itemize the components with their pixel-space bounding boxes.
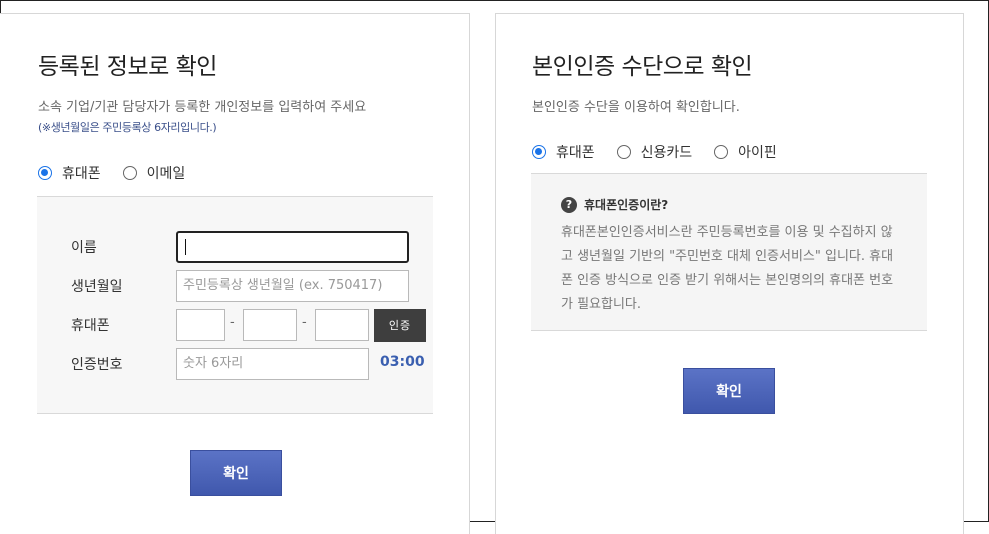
phone-auth-info: ? 휴대폰인증이란? 휴대폰본인인증서비스란 주민등록번호를 이용 및 수집하지… (531, 173, 927, 331)
code-input[interactable]: 숫자 6자리 (176, 348, 369, 380)
phone-dash-2: - (302, 315, 307, 330)
phone-input-2[interactable] (243, 309, 297, 341)
certify-button[interactable]: 인증 (374, 309, 426, 342)
code-label: 인증번호 (71, 357, 123, 373)
panel-title: 본인인증 수단으로 확인 (532, 54, 753, 80)
self-auth-panel: 본인인증 수단으로 확인 본인인증 수단을 이용하여 확인합니다. 휴대폰 신용… (495, 13, 964, 534)
phone-dash-1: - (230, 315, 235, 330)
name-input[interactable] (176, 231, 409, 263)
radio-email[interactable] (122, 166, 137, 180)
contact-method-radios: 휴대폰 이메일 (38, 163, 207, 183)
radio-ipin-label[interactable]: 아이핀 (738, 142, 777, 162)
identity-form: 이름 생년월일 주민등록상 생년월일 (ex. 750417) 휴대폰 - - … (37, 196, 433, 414)
birth-note: (※생년월일은 주민등록상 6자리입니다.) (38, 121, 217, 134)
countdown-timer: 03:00 (380, 354, 425, 370)
panel-title: 등록된 정보로 확인 (38, 54, 217, 80)
radio-phone[interactable] (532, 145, 546, 159)
text-caret (185, 239, 186, 255)
radio-phone-label[interactable]: 휴대폰 (556, 142, 595, 162)
panel-description: 소속 기업/기관 담당자가 등록한 개인정보를 입력하여 주세요 (38, 100, 367, 115)
phone-label: 휴대폰 (71, 318, 110, 334)
radio-credit-card-label[interactable]: 신용카드 (641, 142, 693, 162)
panel-description: 본인인증 수단을 이용하여 확인합니다. (532, 100, 740, 115)
name-label: 이름 (71, 240, 97, 256)
auth-method-radios: 휴대폰 신용카드 아이핀 (532, 142, 799, 162)
info-text: 휴대폰본인인증서비스란 주민등록번호를 이용 및 수집하지 않고 생년월일 기반… (561, 225, 894, 312)
question-icon: ? (561, 196, 577, 213)
info-heading-text: 휴대폰인증이란? (584, 198, 669, 212)
radio-email-label[interactable]: 이메일 (147, 163, 186, 183)
phone-input-1[interactable] (176, 309, 225, 341)
phone-input-3[interactable] (315, 309, 369, 341)
confirm-button-left[interactable]: 확인 (190, 450, 282, 496)
birth-input[interactable]: 주민등록상 생년월일 (ex. 750417) (176, 270, 409, 302)
radio-phone[interactable] (38, 166, 52, 180)
radio-ipin[interactable] (714, 145, 729, 159)
birth-label: 생년월일 (71, 279, 123, 295)
radio-phone-label[interactable]: 휴대폰 (62, 163, 101, 183)
info-heading: ? 휴대폰인증이란? (561, 196, 668, 213)
confirm-button-right[interactable]: 확인 (683, 368, 775, 414)
registered-info-panel: 등록된 정보로 확인 소속 기업/기관 담당자가 등록한 개인정보를 입력하여 … (0, 13, 470, 534)
radio-credit-card[interactable] (616, 145, 631, 159)
